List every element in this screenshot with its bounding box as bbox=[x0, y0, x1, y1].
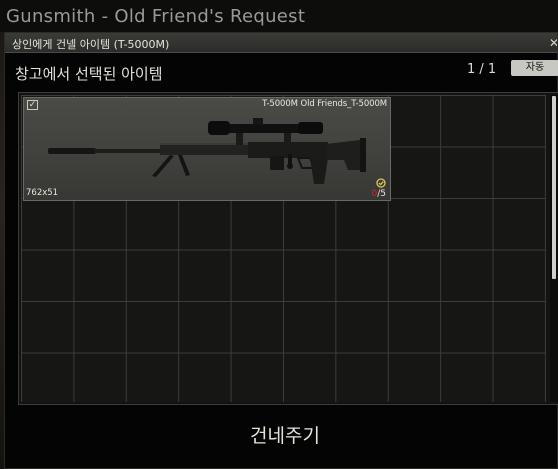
magazine-capacity: /5 bbox=[377, 189, 386, 199]
dialog-title: 상인에게 건넬 아이템 (T-5000M) bbox=[12, 38, 170, 51]
hand-over-button[interactable]: 건네주기 bbox=[195, 421, 375, 451]
item-name: T-5000M Old Friends_T-5000M bbox=[262, 99, 387, 109]
quest-title: Gunsmith - Old Friend's Request bbox=[6, 6, 306, 27]
grid-scrollbar-thumb[interactable] bbox=[552, 96, 556, 279]
auto-select-button[interactable]: 자동 bbox=[511, 60, 558, 76]
page-indicator: 1 / 1 bbox=[467, 62, 497, 77]
dialog-header[interactable]: 상인에게 건넬 아이템 (T-5000M) ✕ bbox=[5, 33, 557, 53]
hand-over-dialog: 상인에게 건넬 아이템 (T-5000M) ✕ 창고에서 선택된 아이템 1 /… bbox=[4, 32, 558, 469]
stash-selected-label: 창고에서 선택된 아이템 bbox=[15, 65, 163, 83]
item-grid[interactable]: ✓ T-5000M Old Friends_T-5000M 762x51 0/5 bbox=[21, 95, 546, 402]
magazine-count: 0/5 bbox=[372, 189, 387, 199]
item-grid-frame: ✓ T-5000M Old Friends_T-5000M 762x51 0/5 bbox=[18, 92, 558, 405]
sniper-rifle-icon bbox=[48, 118, 366, 184]
close-icon[interactable]: ✕ bbox=[549, 36, 557, 50]
condition-ok-icon bbox=[376, 178, 386, 188]
selected-checkbox-icon[interactable]: ✓ bbox=[27, 100, 38, 110]
caliber-label: 762x51 bbox=[26, 188, 59, 198]
screen: Gunsmith - Old Friend's Request 상인에게 건넬 … bbox=[0, 0, 558, 469]
grid-scrollbar[interactable] bbox=[550, 95, 558, 402]
rifle-item[interactable]: ✓ T-5000M Old Friends_T-5000M 762x51 0/5 bbox=[23, 97, 391, 201]
